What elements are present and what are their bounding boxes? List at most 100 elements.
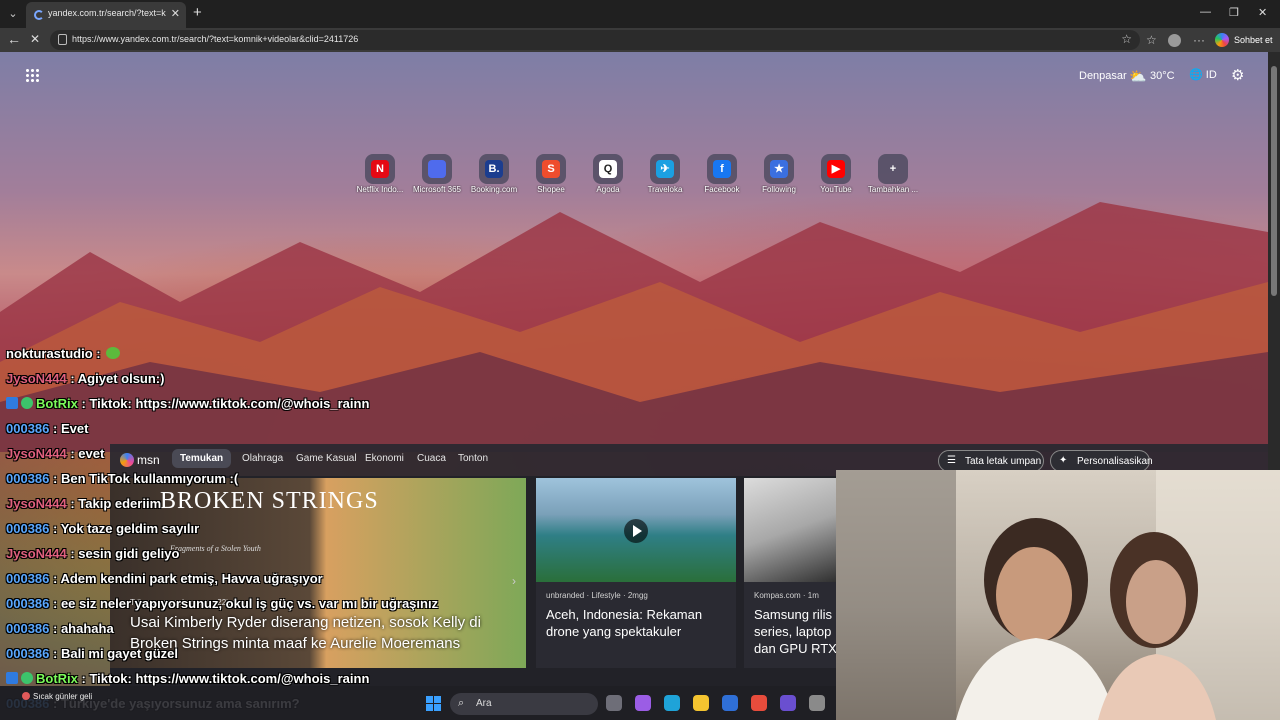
chat-message: BotRix : Tiktok: https://www.tiktok.com/… — [6, 671, 369, 686]
shortcut-icon: B. — [485, 160, 503, 178]
chat-username: BotRix — [36, 396, 78, 411]
shortcut-tile: ★ — [764, 154, 794, 184]
weather-city: Denpasar — [1079, 70, 1127, 82]
chat-text: Bali mi gayet güzel — [60, 646, 178, 661]
shortcut-8[interactable]: ▶ YouTube — [808, 154, 864, 200]
chat-message: BotRix : Tiktok: https://www.tiktok.com/… — [6, 396, 369, 411]
favorite-star-icon[interactable]: ☆ — [1121, 32, 1132, 46]
new-tab-button[interactable]: + — [193, 4, 202, 21]
webcam-overlay — [836, 470, 1280, 720]
chat-text: ee siz neler yapıyorsunuz, okul iş güç v… — [60, 596, 439, 611]
shortcut-label: Facebook — [704, 185, 740, 194]
news-card-tech[interactable]: Kompas.com · 1m Samsung rilis series, la… — [744, 478, 836, 668]
chat-message: JysoN444 : Agiyet olsun:) — [6, 371, 164, 386]
chat-text: Tiktok: https://www.tiktok.com/@whois_ra… — [89, 396, 370, 411]
shortcut-icon: N — [371, 160, 389, 178]
feed-layout-button[interactable]: ☰ Tata letak umpan — [938, 450, 1044, 472]
copilot-button[interactable]: Sohbet et — [1212, 31, 1276, 49]
chat-text: evet — [78, 446, 105, 461]
windows-start-icon[interactable] — [426, 696, 441, 711]
shortcut-2[interactable]: B. Booking.com — [466, 154, 522, 200]
chat-separator: : — [49, 646, 61, 661]
verified-badge-icon — [21, 672, 33, 684]
news-card-video[interactable]: unbranded · Lifestyle · 2mgg Aceh, Indon… — [536, 478, 736, 668]
copilot-icon[interactable] — [635, 695, 651, 711]
chat-text: Evet — [60, 421, 89, 436]
stop-loading-button[interactable]: ✕ — [30, 32, 40, 46]
close-tab-icon[interactable]: ✕ — [171, 7, 180, 20]
globe-icon: 🌐 — [1189, 69, 1203, 81]
chat-separator: : — [49, 596, 61, 611]
personalize-label: Personalisasikan — [1077, 456, 1153, 467]
language-selector[interactable]: 🌐 ID — [1189, 68, 1217, 81]
shortcut-1[interactable]: Microsoft 365 — [409, 154, 465, 200]
chat-message: JysoN444 : Takip ederiim — [6, 496, 161, 511]
card-source: unbranded · Lifestyle · 2mgg — [546, 591, 648, 600]
chat-separator: : — [49, 421, 61, 436]
shortcut-9[interactable]: + Tambahkan ... — [865, 154, 921, 200]
shortcut-0[interactable]: N Netflix Indo... — [352, 154, 408, 200]
settings-gear-icon[interactable]: ⚙ — [1231, 66, 1244, 84]
notification-toast[interactable]: Sıcak günler geli — [22, 692, 92, 701]
shortcut-tile: Q — [593, 154, 623, 184]
restore-button[interactable]: ❐ — [1229, 6, 1239, 19]
chat-separator: : — [49, 621, 61, 636]
active-tab[interactable]: yandex.com.tr/search/?text=komnik ✕ — [26, 2, 186, 28]
favorites-icon[interactable]: ☆ — [1146, 33, 1157, 47]
shortcut-icon: ✈ — [656, 160, 674, 178]
shortcut-6[interactable]: f Facebook — [694, 154, 750, 200]
profile-avatar[interactable] — [1168, 34, 1181, 47]
chat-text: Ben TikTok kullanmıyorum :( — [60, 471, 239, 486]
url-text[interactable]: https://www.yandex.com.tr/search/?text=k… — [72, 34, 358, 44]
shortcut-label: Microsoft 365 — [412, 185, 462, 194]
obs-icon[interactable] — [780, 695, 796, 711]
chat-separator: : — [92, 346, 105, 361]
edge-icon[interactable] — [664, 695, 680, 711]
chat-message: JysoN444 : evet — [6, 446, 104, 461]
chat-text: Takip ederiim — [78, 496, 162, 511]
chat-separator: : — [49, 521, 61, 536]
close-window-button[interactable]: ✕ — [1258, 6, 1267, 19]
task-view-icon[interactable] — [606, 695, 622, 711]
shortcut-tile: S — [536, 154, 566, 184]
personalize-button[interactable]: ✦ Personalisasikan — [1050, 450, 1153, 472]
card-title: Samsung rilis series, laptop dan GPU RTX — [754, 607, 836, 656]
chrome-icon[interactable] — [751, 695, 767, 711]
chat-username: 000386 — [6, 571, 50, 586]
shortcut-7[interactable]: ★ Following — [751, 154, 807, 200]
play-icon[interactable] — [624, 519, 648, 543]
shortcut-tile: f — [707, 154, 737, 184]
apps-grid-icon[interactable] — [25, 68, 39, 82]
site-info-icon[interactable] — [58, 34, 67, 45]
shortcut-label: Netflix Indo... — [356, 185, 404, 194]
weather-temperature: 30°C — [1150, 70, 1175, 82]
file-explorer-icon[interactable] — [693, 695, 709, 711]
shortcut-3[interactable]: S Shopee — [523, 154, 579, 200]
outlook-icon[interactable] — [722, 695, 738, 711]
address-bar[interactable]: https://www.yandex.com.tr/search/?text=k… — [50, 30, 1140, 50]
cloudy-weather-icon: ⛅ — [1129, 68, 1147, 84]
shortcut-4[interactable]: Q Agoda — [580, 154, 636, 200]
chat-emote-icon — [106, 347, 121, 359]
stream-chat-overlay: nokturastudio : JysoN444 : Agiyet olsun:… — [0, 322, 560, 720]
extra-icon[interactable] — [809, 695, 825, 711]
chat-message: JysoN444 : sesin gidi geliyo — [6, 546, 179, 561]
card-title: Aceh, Indonesia: Rekaman drone yang spek… — [546, 607, 703, 639]
taskbar-search[interactable]: ⌕ Ara — [450, 693, 598, 715]
taskbar-search-label: Ara — [476, 698, 492, 709]
shortcut-label: Agoda — [596, 185, 620, 194]
chat-username: 000386 — [6, 621, 50, 636]
shortcut-icon: ▶ — [827, 160, 845, 178]
back-button[interactable]: ← — [7, 31, 21, 47]
chat-message: 000386 : Yok taze geldim sayılır — [6, 521, 199, 536]
scroll-thumb[interactable] — [1271, 66, 1277, 296]
tab-list-button[interactable]: ⌄ — [4, 5, 22, 23]
more-menu-icon[interactable]: ··· — [1193, 33, 1205, 47]
chat-separator: : — [66, 546, 79, 561]
shortcut-5[interactable]: ✈ Traveloka — [637, 154, 693, 200]
minimize-button[interactable]: — — [1200, 6, 1211, 18]
chat-username: 000386 — [6, 471, 50, 486]
chat-separator: : — [66, 496, 79, 511]
copilot-icon — [1215, 33, 1229, 47]
feed-layout-label: Tata letak umpan — [965, 456, 1042, 467]
